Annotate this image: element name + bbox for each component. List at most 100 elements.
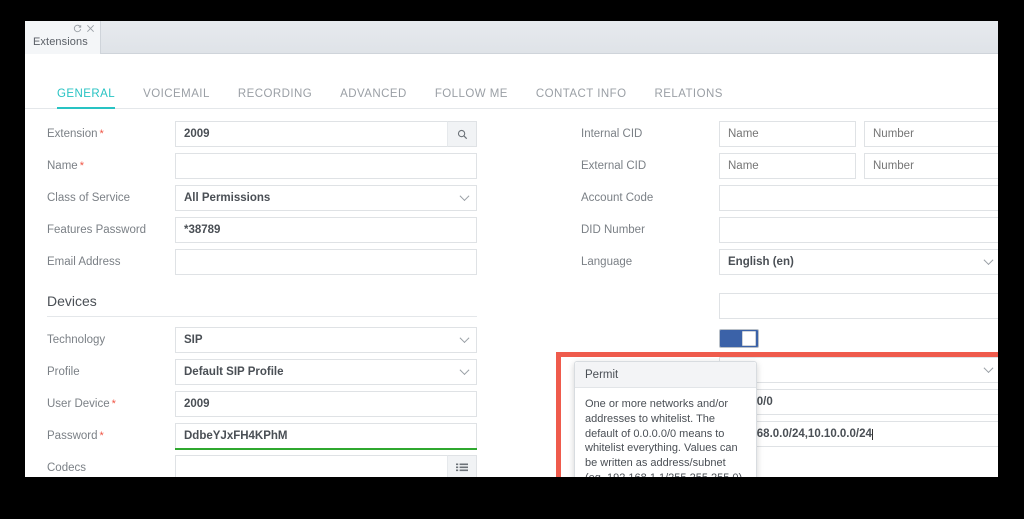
control-account-code (719, 185, 998, 211)
label-internal-cid: Internal CID (581, 128, 643, 140)
technology-select[interactable]: SIP (175, 327, 477, 353)
tab-follow-me[interactable]: FOLLOW ME (421, 79, 522, 108)
label-user-device: User Device * (47, 398, 116, 410)
did-number-input[interactable] (719, 217, 998, 243)
tab-advanced[interactable]: ADVANCED (326, 79, 421, 108)
app-tab-extensions[interactable]: Extensions (25, 21, 101, 54)
control-external-cid (719, 153, 998, 179)
control-permit: 192.168.0.0/24,10.10.0.0/24 (719, 421, 998, 447)
form-body: Extension * 2009 Name * Class of Service… (25, 109, 998, 477)
obscured-toggle-switch[interactable] (719, 328, 759, 348)
device-password-input[interactable] (175, 423, 477, 449)
required-marker: * (111, 398, 116, 410)
toggle-knob (742, 330, 756, 346)
extension-search-button[interactable] (447, 121, 477, 147)
profile-select[interactable]: Default SIP Profile (175, 359, 477, 385)
tab-voicemail[interactable]: VOICEMAIL (129, 79, 224, 108)
internal-cid-name-input[interactable] (719, 121, 856, 147)
required-marker: * (99, 430, 104, 442)
control-language: English (en) (719, 249, 998, 275)
profile-value: Default SIP Profile (184, 366, 284, 378)
field-row-class-of-service: Class of Service All Permissions (47, 185, 477, 211)
control-class-of-service: All Permissions (175, 185, 477, 211)
field-row-obscured-toggle (581, 325, 998, 351)
left-column: Extension * 2009 Name * Class of Service… (47, 121, 477, 477)
required-marker: * (99, 128, 104, 140)
field-row-language: Language English (en) (581, 249, 998, 275)
field-row-codecs: Codecs (47, 455, 477, 477)
field-row-name: Name * (47, 153, 477, 179)
control-extension (175, 121, 477, 147)
label-email-address: Email Address (47, 256, 121, 268)
control-obscured-select (719, 357, 998, 383)
control-name (175, 153, 477, 179)
chevron-down-icon (459, 333, 470, 344)
close-icon[interactable] (86, 24, 95, 33)
app-tab-label: Extensions (33, 36, 88, 48)
tab-recording[interactable]: RECORDING (224, 79, 326, 108)
tab-relations[interactable]: RELATIONS (640, 79, 736, 108)
external-cid-name-input[interactable] (719, 153, 856, 179)
list-icon (456, 463, 468, 474)
language-select[interactable]: English (en) (719, 249, 998, 275)
codecs-list-button[interactable] (447, 455, 477, 477)
control-technology: SIP (175, 327, 477, 353)
permit-tooltip: Permit One or more networks and/or addre… (574, 361, 757, 477)
name-input[interactable] (175, 153, 477, 179)
label-password: Password * (47, 430, 104, 442)
label-profile: Profile (47, 366, 80, 378)
technology-value: SIP (184, 334, 203, 346)
control-codecs (175, 455, 477, 477)
required-marker: * (79, 160, 84, 172)
tab-general[interactable]: GENERAL (57, 79, 129, 109)
field-row-email-address: Email Address (47, 249, 477, 275)
label-name: Name * (47, 160, 84, 172)
permit-input[interactable]: 192.168.0.0/24,10.10.0.0/24 (719, 421, 998, 447)
text-caret (871, 428, 873, 440)
field-row-external-cid: External CID (581, 153, 998, 179)
account-code-input[interactable] (719, 185, 998, 211)
control-obscured-deny (719, 389, 998, 415)
field-row-extension: Extension * (47, 121, 477, 147)
field-row-account-code: Account Code (581, 185, 998, 211)
extension-input[interactable] (175, 121, 477, 147)
codecs-input[interactable] (175, 455, 477, 477)
chevron-down-icon (459, 365, 470, 376)
control-obscured-1 (719, 293, 998, 319)
field-row-did-number: DID Number (581, 217, 998, 243)
internal-cid-number-input[interactable] (864, 121, 998, 147)
label-external-cid: External CID (581, 160, 647, 172)
obscured-deny-input[interactable] (719, 389, 998, 415)
label-language: Language (581, 256, 633, 268)
field-row-features-password: Features Password (47, 217, 477, 243)
tab-contact-info[interactable]: CONTACT INFO (522, 79, 641, 108)
class-of-service-select[interactable]: All Permissions (175, 185, 477, 211)
field-row-technology: Technology SIP (47, 327, 477, 353)
control-email-address (175, 249, 477, 275)
field-row-obscured-1 (581, 293, 998, 319)
email-address-input[interactable] (175, 249, 477, 275)
external-cid-pair (719, 153, 998, 179)
field-row-profile: Profile Default SIP Profile (47, 359, 477, 385)
obscured-select[interactable] (719, 357, 998, 383)
chevron-down-icon (983, 363, 994, 374)
obscured-input-1[interactable] (719, 293, 998, 319)
field-row-user-device: User Device * (47, 391, 477, 417)
refresh-icon[interactable] (73, 24, 82, 33)
control-obscured-toggle (719, 325, 998, 351)
class-of-service-value: All Permissions (184, 192, 271, 204)
field-row-password: Password * (47, 423, 477, 450)
control-features-password (175, 217, 477, 243)
chevron-down-icon (983, 255, 994, 266)
app-window: Extensions GENERAL VOICEMAIL RECORDING A… (25, 21, 998, 477)
user-device-input[interactable] (175, 391, 477, 417)
control-profile: Default SIP Profile (175, 359, 477, 385)
label-features-password: Features Password (47, 224, 147, 236)
internal-cid-pair (719, 121, 998, 147)
external-cid-number-input[interactable] (864, 153, 998, 179)
devices-section-title: Devices (47, 293, 477, 317)
control-did-number (719, 217, 998, 243)
features-password-input[interactable] (175, 217, 477, 243)
search-icon (457, 129, 468, 140)
field-row-internal-cid: Internal CID (581, 121, 998, 147)
